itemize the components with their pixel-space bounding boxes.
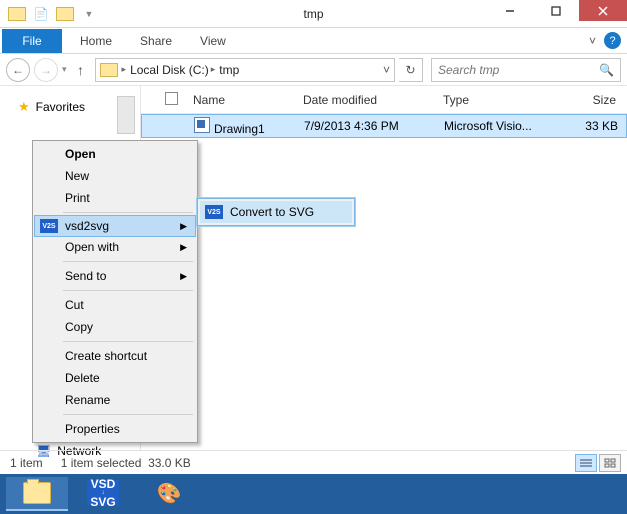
status-selection: 1 item selected 33.0 KB (61, 456, 191, 470)
qat-dropdown-icon[interactable]: ▼ (78, 3, 100, 25)
v2s-icon: V2S (40, 219, 58, 233)
file-date: 7/9/2013 4:36 PM (296, 119, 436, 133)
close-button[interactable] (579, 0, 627, 21)
visio-file-icon (194, 117, 210, 133)
location-icon (100, 63, 118, 77)
column-name[interactable]: Name (185, 93, 295, 107)
file-name: Drawing1 (214, 122, 265, 136)
help-icon[interactable]: ? (604, 32, 621, 49)
refresh-button[interactable]: ↻ (399, 58, 423, 82)
status-item-count: 1 item (10, 456, 43, 470)
context-menu: Open New Print V2S vsd2svg ▶ Open with▶ … (32, 140, 198, 443)
up-button[interactable]: ↑ (71, 62, 91, 78)
file-size: 33 KB (556, 119, 626, 133)
ribbon-expand-icon[interactable]: ˅ (589, 34, 596, 48)
column-size[interactable]: Size (555, 93, 625, 107)
history-dropdown-icon[interactable]: ▾ (62, 64, 67, 75)
ctx-print[interactable]: Print (35, 187, 195, 209)
minimize-button[interactable] (487, 0, 533, 21)
quick-access-toolbar: 📄 ▼ (0, 3, 100, 25)
view-tab[interactable]: View (186, 29, 240, 53)
breadcrumb-segment[interactable]: tmp (219, 63, 239, 77)
ctx-rename[interactable]: Rename (35, 389, 195, 411)
submenu-arrow-icon: ▶ (180, 271, 187, 282)
ctx-open-with[interactable]: Open with▶ (35, 236, 195, 258)
paint-icon: 🎨 (157, 481, 182, 506)
window-controls (487, 0, 627, 21)
file-row[interactable]: Drawing1 7/9/2013 4:36 PM Microsoft Visi… (141, 114, 627, 138)
new-folder-qat-icon[interactable] (54, 3, 76, 25)
v2s-icon: V2S (205, 205, 223, 219)
column-headers: Name Date modified Type Size (141, 86, 627, 114)
favorites-label: Favorites (36, 100, 85, 114)
share-tab[interactable]: Share (126, 29, 186, 53)
ctx-create-shortcut[interactable]: Create shortcut (35, 345, 195, 367)
submenu-arrow-icon: ▶ (180, 221, 187, 232)
submenu-convert-to-svg[interactable]: V2S Convert to SVG (200, 201, 352, 223)
ctx-copy[interactable]: Copy (35, 316, 195, 338)
menu-separator (63, 261, 193, 262)
submenu-arrow-icon: ▶ (180, 242, 187, 253)
vsd2svg-app-icon: VSD↓SVG (87, 480, 119, 506)
ctx-vsd2svg[interactable]: V2S vsd2svg ▶ (34, 215, 196, 237)
status-bar: 1 item 1 item selected 33.0 KB (0, 450, 627, 474)
taskbar-paint[interactable]: 🎨 (138, 477, 200, 511)
ribbon-tabs: File Home Share View ˅ ? (0, 28, 627, 54)
file-tab[interactable]: File (2, 29, 62, 53)
menu-separator (63, 212, 193, 213)
back-button[interactable]: ← (6, 58, 30, 82)
star-icon: ★ (18, 99, 30, 115)
favorites-group[interactable]: ★ Favorites (0, 96, 140, 118)
file-list: Name Date modified Type Size Drawing1 7/… (141, 86, 627, 450)
menu-separator (63, 341, 193, 342)
home-tab[interactable]: Home (66, 29, 126, 53)
column-type[interactable]: Type (435, 93, 555, 107)
menu-separator (63, 290, 193, 291)
ctx-send-to[interactable]: Send to▶ (35, 265, 195, 287)
breadcrumb-segment[interactable]: Local Disk (C:)▸ (130, 63, 215, 77)
ctx-open[interactable]: Open (35, 143, 195, 165)
search-input[interactable] (438, 63, 599, 77)
select-all-checkbox[interactable] (165, 92, 178, 105)
taskbar-file-explorer[interactable] (6, 477, 68, 511)
title-bar: 📄 ▼ tmp (0, 0, 627, 28)
ctx-delete[interactable]: Delete (35, 367, 195, 389)
file-explorer-icon (23, 482, 51, 504)
column-date[interactable]: Date modified (295, 93, 435, 107)
maximize-button[interactable] (533, 0, 579, 21)
address-bar[interactable]: ▸ Local Disk (C:)▸ tmp ˅ (95, 58, 395, 82)
large-icons-view-button[interactable] (599, 454, 621, 472)
forward-button[interactable]: → (34, 58, 58, 82)
ctx-properties[interactable]: Properties (35, 418, 195, 440)
nav-bar: ← → ▾ ↑ ▸ Local Disk (C:)▸ tmp ˅ ↻ 🔍 (0, 54, 627, 86)
ctx-cut[interactable]: Cut (35, 294, 195, 316)
file-type: Microsoft Visio... (436, 119, 556, 133)
search-icon: 🔍 (599, 63, 614, 77)
vsd2svg-submenu: V2S Convert to SVG (197, 198, 355, 226)
ctx-new[interactable]: New (35, 165, 195, 187)
properties-qat-icon[interactable]: 📄 (30, 3, 52, 25)
breadcrumb-sep-icon: ▸ (122, 64, 127, 75)
menu-separator (63, 414, 193, 415)
address-dropdown-icon[interactable]: ˅ (383, 63, 390, 77)
search-box[interactable]: 🔍 (431, 58, 621, 82)
app-icon[interactable] (6, 3, 28, 25)
taskbar: VSD↓SVG 🎨 (0, 474, 627, 514)
details-view-button[interactable] (575, 454, 597, 472)
taskbar-vsd2svg[interactable]: VSD↓SVG (72, 477, 134, 511)
